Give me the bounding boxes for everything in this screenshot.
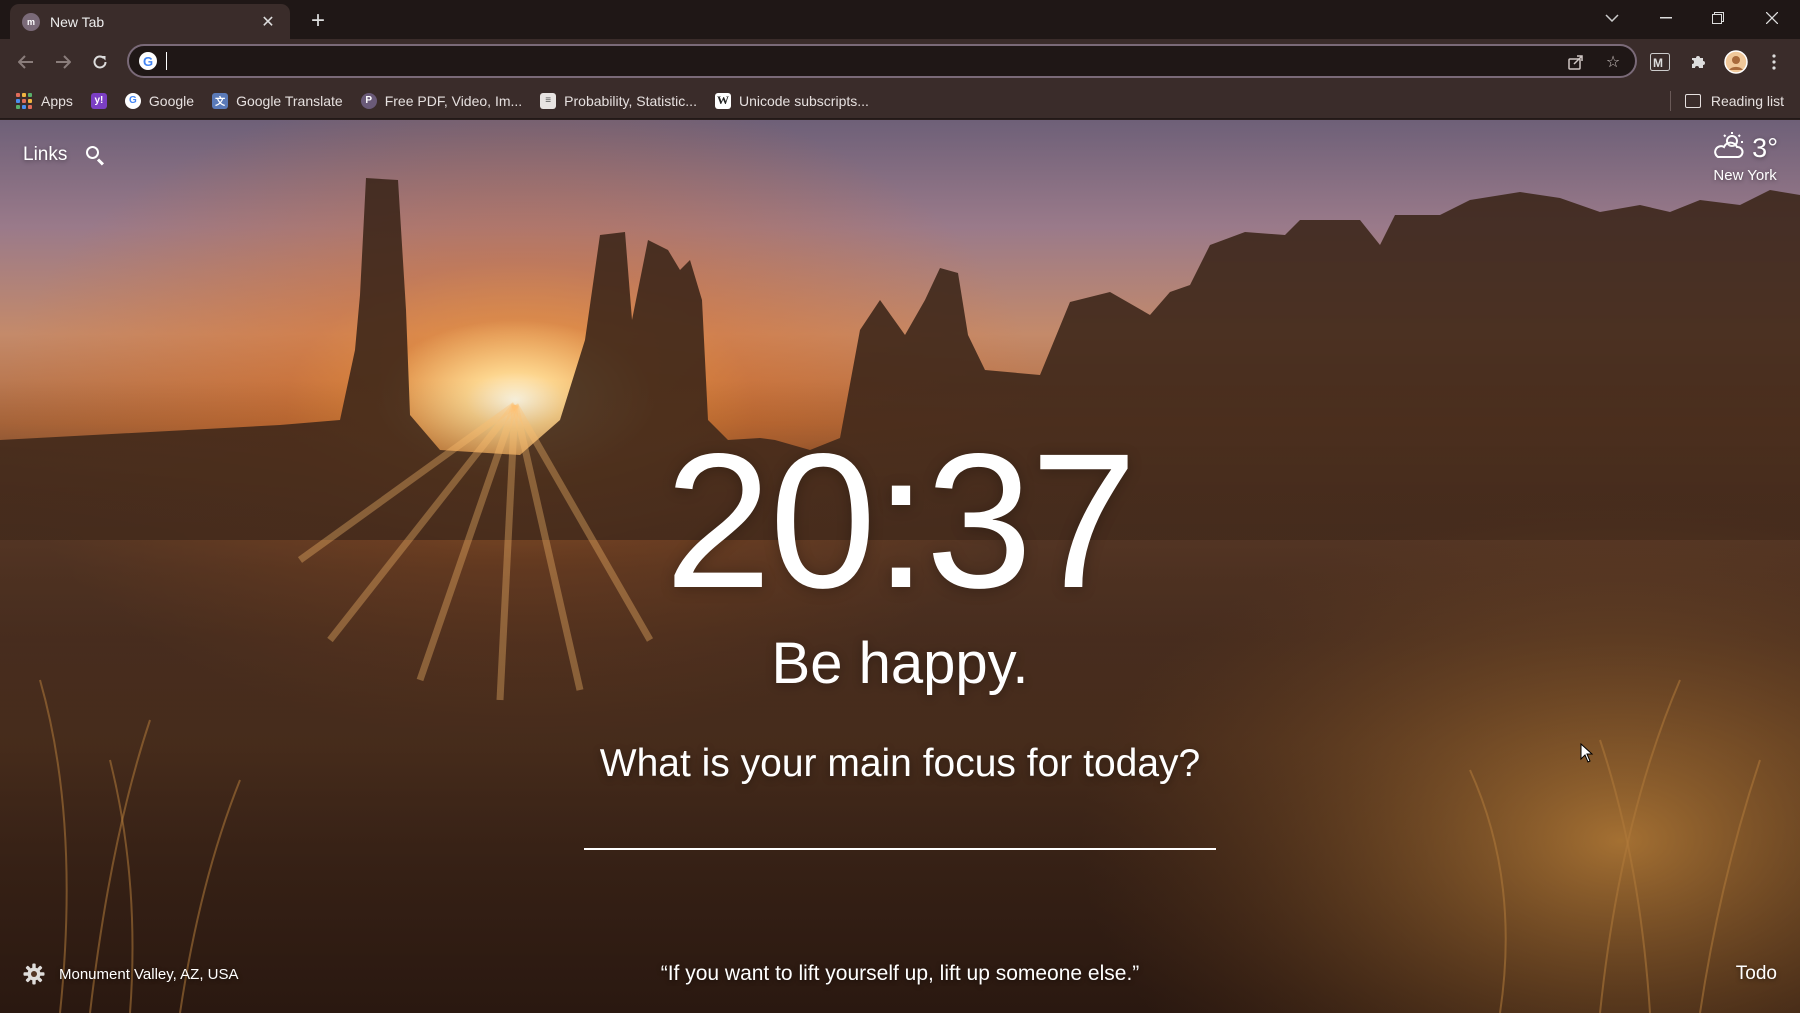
search-icon[interactable] (85, 145, 105, 166)
mantra[interactable]: Be happy. (0, 630, 1800, 697)
new-tab-button[interactable]: + (304, 7, 332, 35)
reading-list-icon (1684, 94, 1701, 108)
momentum-dashboard: Links 3° New York 20:37 Be happy. What i… (0, 120, 1800, 1013)
todo-button[interactable]: Todo (1736, 963, 1777, 985)
google-icon: G (139, 52, 157, 70)
google-icon: G (124, 92, 141, 109)
browser-toolbar: G ☆ M (0, 39, 1800, 83)
tab-search-icon[interactable] (1586, 0, 1638, 36)
focus-input[interactable] (584, 802, 1216, 850)
browser-menu-icon[interactable] (1760, 48, 1788, 76)
minimize-icon[interactable] (1640, 0, 1692, 36)
forward-arrow-icon[interactable] (47, 46, 79, 78)
links-menu[interactable]: Links (23, 144, 105, 166)
reload-icon[interactable] (84, 46, 116, 78)
close-icon[interactable]: ✕ (258, 12, 278, 32)
back-arrow-icon[interactable] (10, 46, 42, 78)
extensions-puzzle-icon[interactable] (1684, 48, 1712, 76)
tab-title: New Tab (50, 13, 105, 30)
tab-new-tab[interactable]: m New Tab ✕ (10, 4, 290, 39)
bookmark-google-translate[interactable]: 文 Google Translate (212, 87, 343, 115)
partly-cloudy-icon (1712, 132, 1746, 165)
mouse-cursor-icon (1580, 743, 1594, 763)
bookmark-star-icon[interactable]: ☆ (1602, 51, 1624, 73)
clock[interactable]: 20:37 (0, 425, 1800, 617)
svg-text:M: M (1653, 56, 1663, 70)
page-icon: ≡ (540, 92, 557, 109)
google-translate-icon: 文 (212, 92, 229, 109)
wikipedia-icon: W (714, 92, 731, 109)
window-close-icon[interactable] (1746, 0, 1798, 36)
bookmark-apps[interactable]: Apps (16, 87, 73, 115)
restore-icon[interactable] (1692, 0, 1744, 36)
text-caret (166, 52, 167, 70)
bookmark-unicode[interactable]: W Unicode subscripts... (714, 87, 869, 115)
reading-list-button[interactable]: Reading list (1669, 87, 1784, 115)
momentum-icon: m (22, 12, 40, 31)
bookmark-free-pdf[interactable]: P Free PDF, Video, Im... (360, 87, 522, 115)
yahoo-icon: y! (90, 92, 107, 109)
bookmark-yahoo[interactable]: y! (90, 87, 107, 115)
focus-question: What is your main focus for today? (599, 742, 1201, 785)
apps-grid-icon (16, 92, 32, 109)
quote[interactable]: “If you want to lift yourself up, lift u… (0, 962, 1800, 986)
tab-strip: m New Tab ✕ + (0, 0, 1800, 39)
extension-m-icon[interactable]: M (1646, 48, 1674, 76)
links-label[interactable]: Links (23, 144, 67, 166)
profile-avatar[interactable] (1722, 48, 1750, 76)
bookmarks-bar: Apps y! G Google 文 Google Translate P Fr… (0, 83, 1800, 119)
bookmark-google[interactable]: G Google (124, 87, 194, 115)
share-icon[interactable] (1565, 51, 1587, 73)
pdf-tool-icon: P (360, 92, 377, 109)
bookmark-probability[interactable]: ≡ Probability, Statistic... (540, 87, 697, 115)
bookmark-separator (1669, 91, 1671, 111)
address-bar[interactable]: G ☆ (127, 44, 1637, 78)
omnibox-input[interactable] (165, 49, 1545, 73)
weather-city: New York (1713, 167, 1777, 184)
weather-widget[interactable]: 3° New York (1712, 132, 1778, 184)
weather-temperature: 3° (1752, 133, 1778, 163)
